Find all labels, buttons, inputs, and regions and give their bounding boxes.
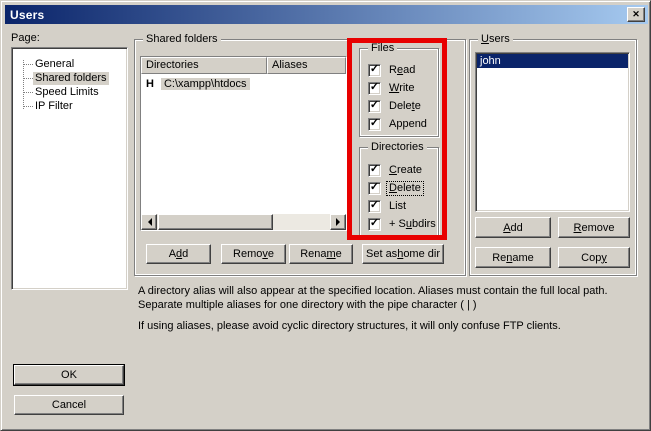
help-paragraph-cyclic: If using aliases, please avoid cyclic di… (138, 319, 644, 333)
column-header-directories[interactable]: Directories (141, 57, 267, 74)
horizontal-scrollbar[interactable] (141, 214, 346, 230)
help-text: A directory alias will also appear at th… (138, 284, 644, 333)
ok-button[interactable]: OK (14, 365, 124, 385)
files-group-label: Files (368, 42, 397, 55)
checkbox-box: ✓ (368, 118, 381, 131)
scroll-left-icon (144, 218, 152, 226)
check-icon: ✓ (370, 200, 379, 211)
check-icon: ✓ (370, 118, 379, 129)
checkbox-box: ✓ (368, 82, 381, 95)
close-icon: ✕ (632, 9, 640, 20)
cancel-button[interactable]: Cancel (14, 395, 124, 415)
checkbox-label: Delete (387, 100, 423, 113)
directories-listview: Directories Aliases H C:\xampp\htdocs (140, 56, 347, 231)
checkbox-read[interactable]: ✓ Read (368, 63, 417, 77)
scroll-left-button[interactable] (141, 214, 157, 230)
tree-item-label: Speed Limits (33, 86, 101, 99)
checkbox-label: Read (387, 64, 417, 77)
check-icon: ✓ (370, 182, 379, 193)
users-listbox[interactable]: john (475, 52, 630, 212)
tree-branch-icon (23, 92, 33, 93)
checkbox-box: ✓ (368, 164, 381, 177)
titlebar[interactable]: Users ✕ (5, 5, 648, 24)
directories-group: Directories ✓ Create ✓ Delete ✓ List ✓ +… (359, 147, 439, 237)
users-group: Users john Add Remove Rename Copy (469, 39, 637, 276)
checkbox-box: ✓ (368, 200, 381, 213)
tree-branch-icon (23, 106, 33, 107)
checkbox-label-focused: Delete (387, 182, 423, 195)
checkbox-box: ✓ (368, 64, 381, 77)
scrollbar-thumb[interactable] (158, 214, 273, 230)
remove-user-button[interactable]: Remove (558, 217, 630, 238)
list-item-user[interactable]: john (477, 54, 628, 68)
remove-directory-button[interactable]: Remove (221, 244, 286, 264)
tree-item-general[interactable]: General (12, 57, 127, 71)
checkbox-label: + Subdirs (387, 218, 438, 231)
check-icon: ✓ (370, 218, 379, 229)
checkbox-box: ✓ (368, 182, 381, 195)
check-icon: ✓ (370, 100, 379, 111)
checkbox-label: Append (387, 118, 429, 131)
page-label: Page: (11, 32, 40, 44)
listview-body: H C:\xampp\htdocs (141, 74, 346, 214)
check-icon: ✓ (370, 164, 379, 175)
scroll-right-icon (336, 218, 344, 226)
tree-item-ip-filter[interactable]: IP Filter (12, 99, 127, 113)
rename-user-button[interactable]: Rename (475, 247, 551, 268)
directory-path: C:\xampp\htdocs (161, 78, 250, 90)
add-user-button[interactable]: Add (475, 217, 551, 238)
table-row[interactable]: H C:\xampp\htdocs (141, 76, 346, 91)
tree-item-label: IP Filter (33, 100, 75, 113)
tree-branch-icon (23, 78, 33, 79)
checkbox-delete-dir[interactable]: ✓ Delete (368, 181, 423, 195)
window-title: Users (10, 8, 44, 22)
checkbox-box: ✓ (368, 100, 381, 113)
add-directory-button[interactable]: Add (146, 244, 211, 264)
home-flag: H (146, 78, 154, 90)
shared-folders-group-label: Shared folders (143, 33, 221, 46)
checkbox-delete-file[interactable]: ✓ Delete (368, 99, 423, 113)
listview-header: Directories Aliases (141, 57, 346, 74)
check-icon: ✓ (370, 82, 379, 93)
checkbox-label: List (387, 200, 408, 213)
help-paragraph-aliases: A directory alias will also appear at th… (138, 284, 644, 312)
tree-item-label: Shared folders (33, 72, 109, 85)
checkbox-box: ✓ (368, 218, 381, 231)
check-icon: ✓ (370, 64, 379, 75)
scroll-right-button[interactable] (330, 214, 346, 230)
checkbox-label: Create (387, 164, 424, 177)
checkbox-append[interactable]: ✓ Append (368, 117, 429, 131)
checkbox-subdirs[interactable]: ✓ + Subdirs (368, 217, 438, 231)
checkbox-create[interactable]: ✓ Create (368, 163, 424, 177)
tree-branch-icon (23, 64, 33, 65)
checkbox-list[interactable]: ✓ List (368, 199, 408, 213)
files-group: Files ✓ Read ✓ Write ✓ Delete ✓ Append (359, 48, 439, 137)
close-button[interactable]: ✕ (627, 7, 645, 22)
column-header-aliases[interactable]: Aliases (267, 57, 346, 74)
directories-group-label: Directories (368, 141, 427, 154)
tree-item-shared-folders[interactable]: Shared folders (12, 71, 127, 85)
users-dialog: Users ✕ Page: General Shared folders Spe… (0, 0, 651, 431)
checkbox-write[interactable]: ✓ Write (368, 81, 416, 95)
tree-item-speed-limits[interactable]: Speed Limits (12, 85, 127, 99)
rename-directory-button[interactable]: Rename (289, 244, 353, 264)
set-as-home-dir-button[interactable]: Set as home dir (362, 244, 444, 264)
copy-user-button[interactable]: Copy (558, 247, 630, 268)
page-tree: General Shared folders Speed Limits IP F… (11, 47, 128, 290)
users-group-label: Users (478, 33, 513, 46)
checkbox-label: Write (387, 82, 416, 95)
tree-item-label: General (33, 58, 76, 71)
